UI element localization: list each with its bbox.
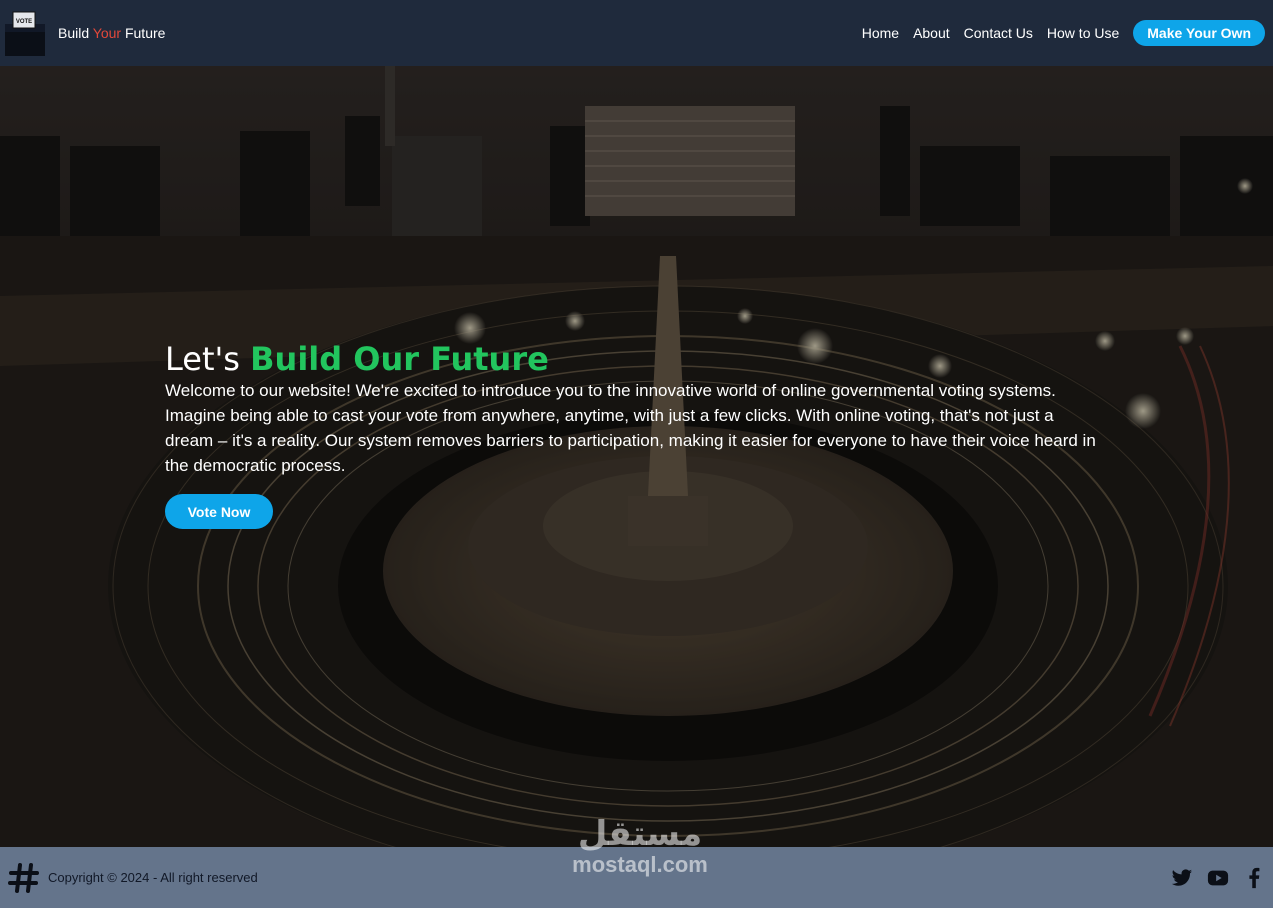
ballot-box-icon: VOTE [5, 11, 45, 56]
hashtag-icon [8, 862, 39, 893]
brand[interactable]: VOTE Build Your Future [4, 10, 165, 56]
hero-content: Let's Build Our Future Welcome to our we… [165, 342, 1105, 529]
watermark-latin: mostaql.com [572, 852, 708, 877]
social-links [1171, 867, 1265, 889]
watermark: مستقل mostaql.com [560, 815, 720, 877]
nav-home[interactable]: Home [862, 25, 899, 41]
brand-part1: Build [58, 25, 93, 41]
logo-label: VOTE [16, 19, 32, 25]
nav-about[interactable]: About [913, 25, 950, 41]
twitter-icon[interactable] [1171, 867, 1193, 889]
nav-how-to-use[interactable]: How to Use [1047, 25, 1119, 41]
vote-now-button[interactable]: Vote Now [165, 494, 273, 529]
brand-name: Build Your Future [58, 25, 165, 41]
make-your-own-button[interactable]: Make Your Own [1133, 20, 1265, 46]
facebook-icon[interactable] [1243, 867, 1265, 889]
nav-links: Home About Contact Us How to Use Make Yo… [862, 20, 1265, 46]
hero-title: Let's Build Our Future [165, 342, 1105, 376]
hero-section: Let's Build Our Future Welcome to our we… [0, 66, 1273, 847]
nav-contact-us[interactable]: Contact Us [964, 25, 1033, 41]
brand-part2: Future [121, 25, 166, 41]
brand-accent: Your [92, 25, 122, 41]
navbar: VOTE Build Your Future Home About Contac… [0, 0, 1273, 66]
copyright-text: Copyright © 2024 - All right reserved [48, 870, 258, 885]
hero-title-plain: Let's [165, 340, 251, 378]
hero-title-highlight: Build Our Future [250, 340, 549, 378]
footer-left: Copyright © 2024 - All right reserved [8, 862, 258, 894]
hero-description: Welcome to our website! We're excited to… [165, 381, 1096, 475]
youtube-icon[interactable] [1207, 867, 1229, 889]
watermark-arabic: مستقل [577, 814, 703, 854]
